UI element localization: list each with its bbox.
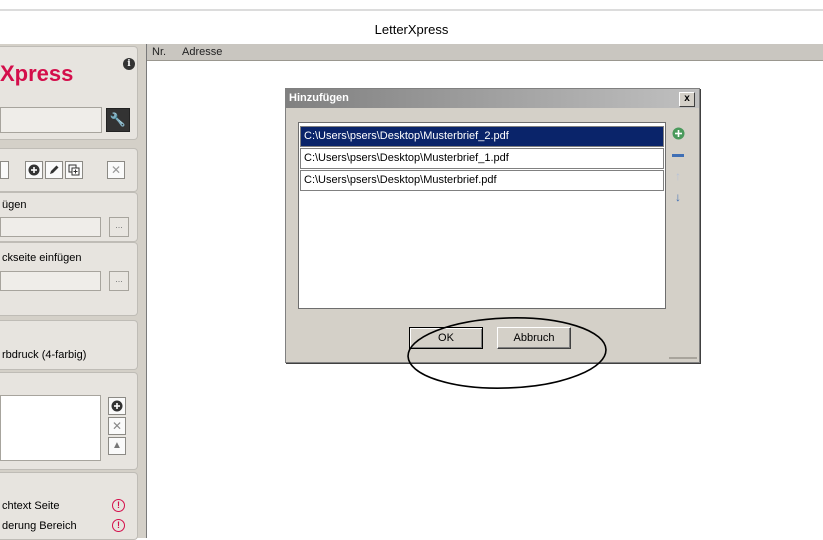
annotation-ellipse — [407, 317, 607, 389]
